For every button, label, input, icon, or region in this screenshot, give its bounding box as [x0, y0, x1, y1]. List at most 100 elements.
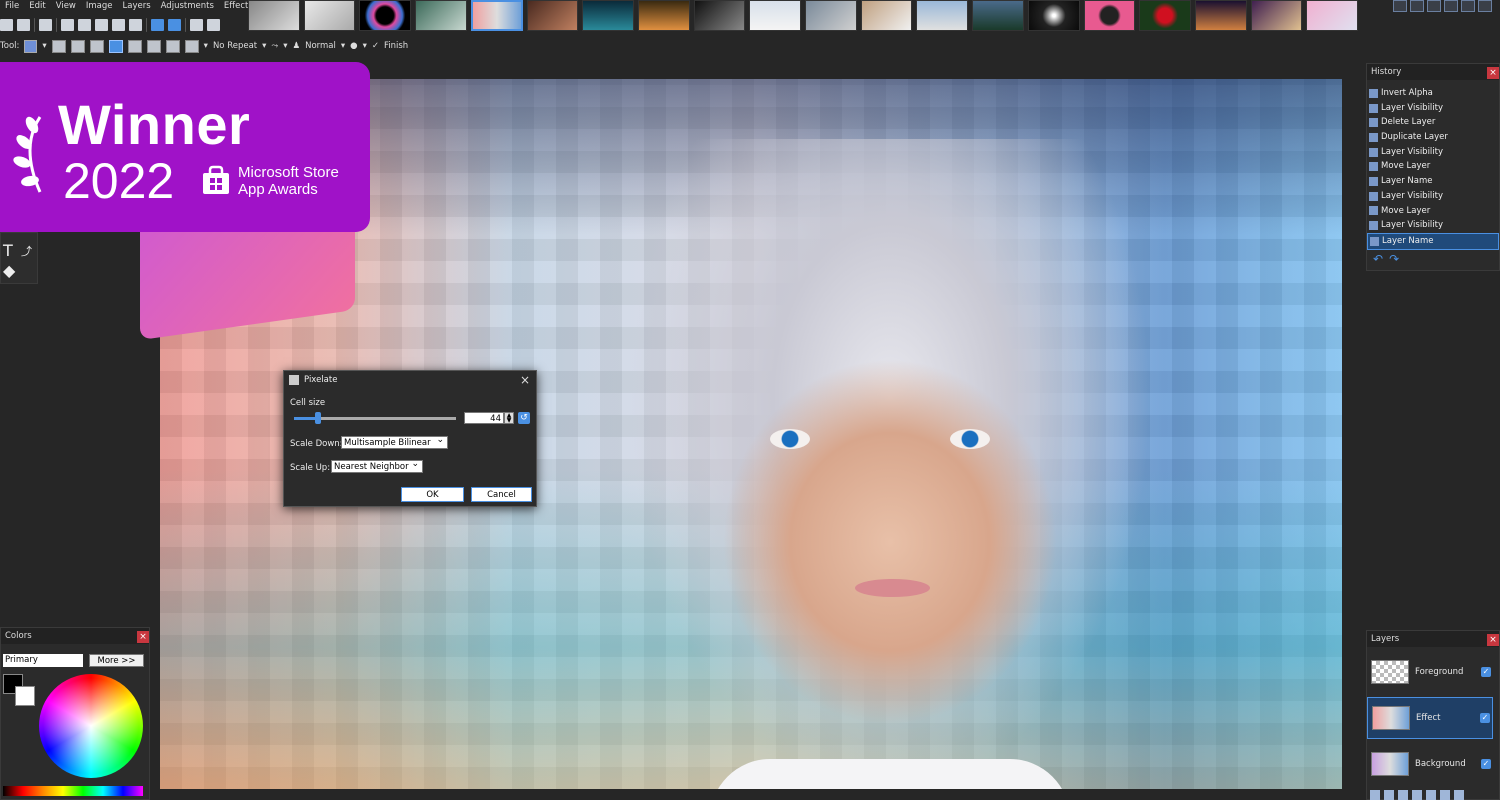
fill-mode-icon[interactable] — [165, 39, 180, 53]
crop-icon[interactable] — [112, 19, 125, 31]
chevron-down-icon[interactable]: ▾ — [262, 41, 266, 51]
more-button[interactable]: More >> — [89, 654, 144, 667]
fill-mode-icon[interactable] — [89, 39, 104, 53]
close-icon[interactable]: × — [1487, 634, 1499, 646]
cut-icon[interactable] — [61, 19, 74, 31]
image-tab[interactable] — [1027, 0, 1080, 31]
chevron-down-icon[interactable]: ▾ — [363, 41, 367, 51]
image-tab[interactable] — [1250, 0, 1303, 31]
finish-button[interactable]: Finish — [384, 41, 408, 51]
history-item[interactable]: Move Layer — [1367, 204, 1499, 219]
history-item[interactable]: Move Layer — [1367, 159, 1499, 174]
image-tab[interactable] — [860, 0, 913, 31]
secondary-color-swatch[interactable] — [15, 686, 35, 706]
fill-mode-icon[interactable] — [51, 39, 66, 53]
visibility-checkbox[interactable]: ✓ — [1481, 667, 1491, 677]
color-mode-select[interactable]: Primary — [3, 654, 83, 667]
tools-icon[interactable] — [1393, 0, 1407, 12]
copy-icon[interactable] — [78, 19, 91, 31]
properties-icon[interactable] — [1454, 790, 1464, 800]
cancel-button[interactable]: Cancel — [471, 487, 532, 502]
image-tab[interactable] — [359, 0, 412, 31]
history-item[interactable]: Layer Visibility — [1367, 101, 1499, 116]
color-palette[interactable] — [3, 786, 143, 796]
visibility-checkbox[interactable]: ✓ — [1481, 759, 1491, 769]
help-icon[interactable] — [1478, 0, 1492, 12]
image-tab[interactable] — [582, 0, 634, 31]
redo-icon[interactable] — [168, 19, 181, 31]
image-tab[interactable] — [1306, 0, 1359, 31]
image-tab[interactable] — [972, 0, 1024, 31]
chevron-down-icon[interactable]: ▾ — [204, 41, 208, 51]
redo-icon[interactable]: ↷ — [1389, 252, 1399, 266]
colors-icon[interactable] — [1444, 0, 1458, 12]
history-item[interactable]: Invert Alpha — [1367, 86, 1499, 101]
chevron-down-icon[interactable]: ▾ — [42, 41, 46, 51]
image-tab[interactable] — [805, 0, 857, 31]
history-icon[interactable] — [1410, 0, 1424, 12]
scale-down-select[interactable]: Multisample Bilinear — [341, 434, 448, 449]
text-tool-icon[interactable]: T — [3, 241, 13, 260]
history-item[interactable]: Layer Name — [1367, 174, 1499, 189]
close-icon[interactable]: × — [520, 371, 530, 389]
history-item[interactable]: Duplicate Layer — [1367, 130, 1499, 145]
checker-icon[interactable] — [184, 39, 199, 53]
menu-view[interactable]: View — [51, 0, 81, 12]
undo-icon[interactable] — [151, 19, 164, 31]
chevron-down-icon[interactable]: ▾ — [341, 41, 345, 51]
layers-icon[interactable] — [1427, 0, 1441, 12]
image-tab[interactable] — [248, 0, 300, 31]
image-tab[interactable] — [916, 0, 969, 31]
curve-icon[interactable]: ⤳ — [271, 41, 278, 51]
history-item[interactable]: Layer Visibility — [1367, 189, 1499, 204]
duplicate-layer-icon[interactable] — [1398, 790, 1408, 800]
tiling-select[interactable]: No Repeat — [213, 41, 257, 51]
image-tab[interactable] — [1139, 0, 1191, 31]
image-tab[interactable] — [1195, 0, 1247, 31]
shapes-tool-icon[interactable]: ◆ — [3, 261, 15, 280]
close-icon[interactable]: × — [137, 631, 149, 643]
fill-mode-icon[interactable] — [146, 39, 161, 53]
print-icon[interactable] — [39, 19, 52, 31]
menu-layers[interactable]: Layers — [118, 0, 156, 12]
image-tab[interactable] — [693, 0, 746, 31]
history-item[interactable]: Layer Visibility — [1367, 218, 1499, 233]
image-tab[interactable] — [749, 0, 802, 31]
chevron-down-icon[interactable]: ▾ — [283, 41, 287, 51]
menu-image[interactable]: Image — [81, 0, 118, 12]
settings-icon[interactable] — [1461, 0, 1475, 12]
color-wheel[interactable] — [39, 674, 143, 778]
curve-tool-icon[interactable]: ⤴ — [21, 243, 32, 259]
open-icon[interactable] — [0, 19, 13, 31]
layer-item[interactable]: Background ✓ — [1367, 743, 1493, 785]
visibility-checkbox[interactable]: ✓ — [1480, 713, 1490, 723]
cell-size-input[interactable]: 44 — [464, 412, 504, 424]
ruler-icon[interactable] — [207, 19, 220, 31]
add-layer-icon[interactable] — [1370, 790, 1380, 800]
blend-mode-select[interactable]: Normal — [305, 41, 336, 51]
image-tab[interactable] — [526, 0, 579, 31]
tool-swatch[interactable] — [24, 39, 38, 53]
layer-item[interactable]: Effect ✓ — [1367, 697, 1493, 739]
image-tab[interactable] — [303, 0, 356, 31]
reset-icon[interactable]: ↺ — [518, 412, 530, 424]
image-tab[interactable] — [1083, 0, 1136, 31]
layer-item[interactable]: Foreground ✓ — [1367, 651, 1493, 693]
delete-layer-icon[interactable] — [1384, 790, 1394, 800]
close-icon[interactable]: × — [1487, 67, 1499, 79]
ok-button[interactable]: OK — [401, 487, 464, 502]
fill-mode-icon[interactable] — [127, 39, 142, 53]
fill-mode-icon[interactable] — [108, 39, 123, 53]
history-item[interactable]: Layer Visibility — [1367, 145, 1499, 160]
menu-edit[interactable]: Edit — [24, 0, 50, 12]
slider-handle[interactable] — [315, 412, 322, 424]
spin-stepper[interactable]: ▲ ▼ — [504, 412, 514, 424]
image-tab[interactable] — [415, 0, 467, 31]
move-down-icon[interactable] — [1440, 790, 1450, 800]
merge-layer-icon[interactable] — [1412, 790, 1422, 800]
move-up-icon[interactable] — [1426, 790, 1436, 800]
save-icon[interactable] — [17, 19, 30, 31]
scale-up-select[interactable]: Nearest Neighbor — [331, 458, 423, 473]
menu-adjustments[interactable]: Adjustments — [156, 0, 219, 12]
image-tab[interactable] — [637, 0, 690, 31]
